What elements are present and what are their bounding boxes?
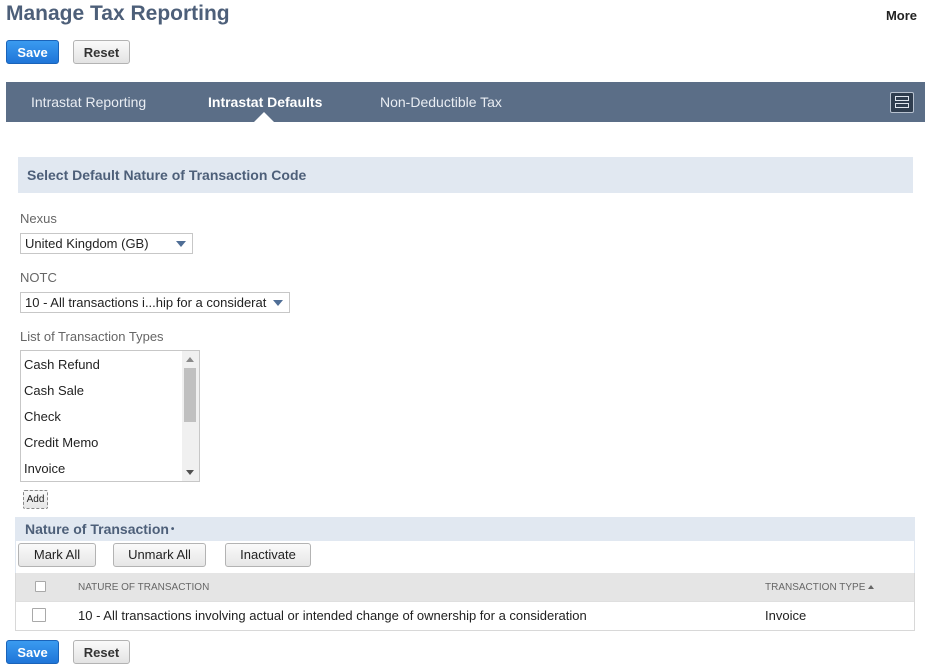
save-button-bottom[interactable]: Save — [6, 640, 59, 664]
listbox-scrollbar[interactable] — [182, 351, 199, 481]
nature-cell: 10 - All transactions involving actual o… — [78, 608, 587, 623]
list-item[interactable]: Check — [24, 409, 61, 424]
unmark-all-button[interactable]: Unmark All — [113, 543, 206, 567]
inactivate-button[interactable]: Inactivate — [225, 543, 311, 567]
sort-ascending-icon — [868, 585, 875, 589]
select-all-checkbox[interactable] — [35, 581, 46, 592]
save-button-top[interactable]: Save — [6, 40, 59, 64]
section-header: Select Default Nature of Transaction Cod… — [18, 157, 913, 193]
row-checkbox[interactable] — [32, 608, 46, 622]
add-transaction-type-button[interactable]: Add — [23, 490, 48, 509]
page-title: Manage Tax Reporting — [6, 2, 230, 25]
required-marker: • — [170, 524, 175, 535]
table-header: NATURE OF TRANSACTION TRANSACTION TYPE — [16, 573, 914, 601]
notc-select[interactable]: 10 - All transactions i...hip for a cons… — [20, 292, 290, 313]
tab-intrastat-reporting[interactable]: Intrastat Reporting — [31, 82, 146, 122]
scroll-up-icon[interactable] — [186, 357, 194, 362]
transaction-type-cell: Invoice — [765, 608, 807, 623]
list-item[interactable]: Invoice — [24, 461, 65, 476]
column-header-nature[interactable]: NATURE OF TRANSACTION — [78, 582, 209, 593]
nature-button-bar: Mark All Unmark All Inactivate — [15, 541, 915, 573]
list-item[interactable]: Cash Refund — [24, 357, 100, 372]
notc-label: NOTC — [20, 270, 57, 285]
list-item[interactable]: Credit Memo — [24, 435, 98, 450]
nature-of-transaction-header: Nature of Transaction • — [15, 517, 915, 541]
transaction-types-listbox[interactable]: Cash Refund Cash Sale Check Credit Memo … — [20, 350, 200, 482]
tab-menu-icon[interactable] — [890, 92, 914, 113]
transaction-types-label: List of Transaction Types — [20, 329, 164, 344]
column-header-transaction-type[interactable]: TRANSACTION TYPE — [765, 582, 875, 593]
table-row[interactable]: 10 - All transactions involving actual o… — [16, 601, 914, 629]
notc-value: 10 - All transactions i...hip for a cons… — [25, 295, 267, 310]
reset-button-top[interactable]: Reset — [73, 40, 130, 64]
column-header-transaction-type-label: TRANSACTION TYPE — [765, 582, 866, 593]
tab-bar: Intrastat Reporting Intrastat Defaults N… — [6, 82, 925, 122]
mark-all-button[interactable]: Mark All — [18, 543, 96, 567]
chevron-down-icon — [273, 300, 283, 306]
scroll-down-icon[interactable] — [186, 470, 194, 475]
chevron-down-icon — [176, 241, 186, 247]
active-tab-caret — [254, 112, 274, 122]
tab-non-deductible-tax[interactable]: Non-Deductible Tax — [380, 82, 502, 122]
nature-of-transaction-title: Nature of Transaction — [25, 521, 169, 537]
nexus-value: United Kingdom (GB) — [25, 236, 149, 251]
nexus-label: Nexus — [20, 211, 57, 226]
list-item[interactable]: Cash Sale — [24, 383, 84, 398]
scroll-thumb[interactable] — [184, 368, 196, 422]
more-menu-link[interactable]: More — [886, 8, 917, 23]
reset-button-bottom[interactable]: Reset — [73, 640, 130, 664]
nature-of-transaction-table: NATURE OF TRANSACTION TRANSACTION TYPE 1… — [15, 573, 915, 631]
nexus-select[interactable]: United Kingdom (GB) — [20, 233, 193, 254]
